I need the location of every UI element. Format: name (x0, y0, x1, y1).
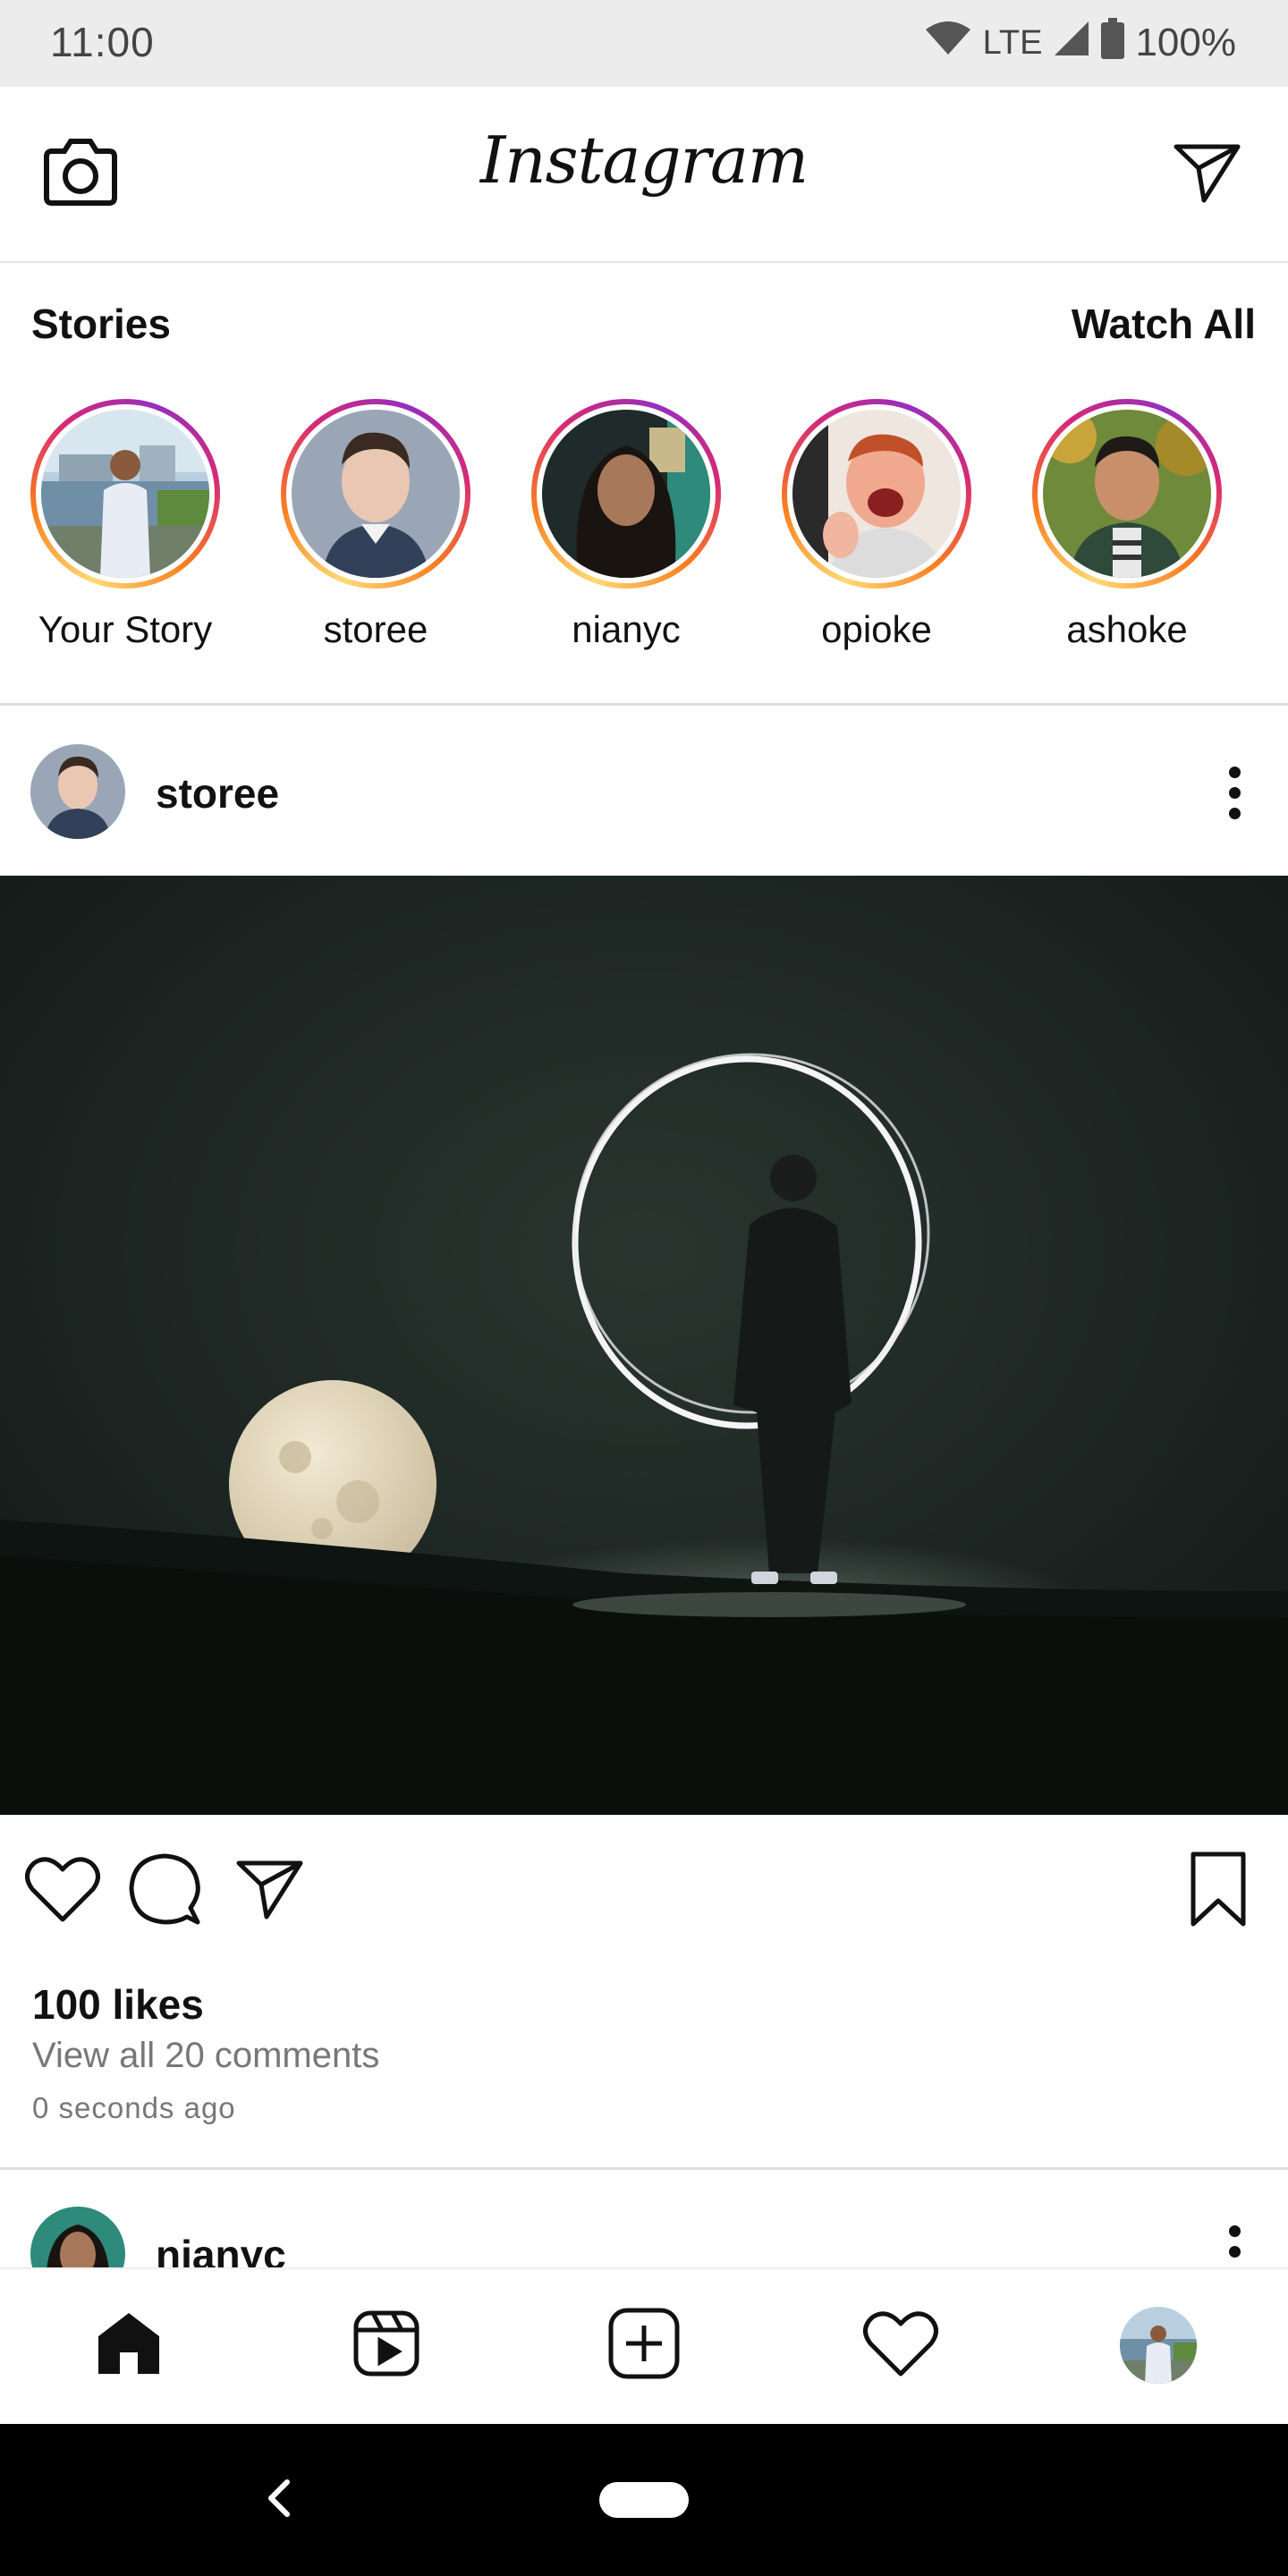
nav-activity-button[interactable] (852, 2296, 950, 2394)
story-label: storee (323, 608, 428, 650)
watch-all-link[interactable]: Watch All (1072, 300, 1256, 348)
stories-heading: Stories (31, 301, 171, 347)
system-home-button[interactable] (599, 2482, 689, 2518)
paper-plane-icon (1174, 141, 1241, 208)
bottom-navigation (0, 2267, 1288, 2424)
post-more-options-button[interactable] (1216, 757, 1252, 828)
story-avatar (542, 410, 710, 578)
battery-icon (1101, 17, 1125, 69)
story-avatar (1043, 410, 1211, 578)
comment-icon (128, 1852, 201, 1930)
story-ring (531, 399, 721, 589)
battery-level: 100% (1135, 21, 1236, 64)
direct-messages-button[interactable] (1165, 131, 1250, 217)
more-dot (1228, 2225, 1241, 2237)
wifi-icon (924, 21, 972, 66)
story-label: opioke (821, 608, 932, 650)
story-label: ashoke (1066, 608, 1188, 650)
share-button[interactable] (227, 1848, 313, 1934)
status-time: 11:00 (50, 19, 155, 65)
likes-count[interactable]: 100 likes (32, 1980, 204, 2029)
comment-button[interactable] (122, 1848, 208, 1934)
view-comments-link[interactable]: View all 20 comments (32, 2036, 379, 2076)
create-icon (608, 2308, 680, 2384)
story-label: Your Story (38, 608, 213, 650)
status-bar: 11:00 LTE 100% (0, 0, 1288, 87)
like-button[interactable] (20, 1848, 106, 1934)
signal-icon (1053, 20, 1090, 67)
chevron-left-icon (266, 2479, 292, 2522)
story-opioke[interactable]: opioke (778, 399, 975, 651)
paper-plane-icon (236, 1858, 304, 1925)
post-timestamp: 0 seconds ago (32, 2091, 236, 2124)
story-ring (1032, 399, 1222, 589)
post-divider (0, 2167, 1288, 2170)
stories-divider (0, 703, 1288, 706)
home-icon (95, 2311, 163, 2380)
story-your-story[interactable]: Your Story (27, 399, 224, 651)
nav-home-button[interactable] (80, 2296, 178, 2394)
more-dot (1228, 807, 1241, 819)
bookmark-icon (1190, 1851, 1247, 1932)
story-ring (281, 399, 470, 589)
top-app-bar: Instagram (0, 87, 1288, 263)
network-type: LTE (982, 23, 1043, 62)
app-logo: Instagram (479, 123, 809, 198)
heart-icon (863, 2309, 938, 2382)
more-dot (1228, 766, 1241, 778)
story-ring (782, 399, 971, 589)
nav-profile-button[interactable] (1109, 2296, 1208, 2394)
save-button[interactable] (1175, 1848, 1261, 1934)
nav-reels-button[interactable] (337, 2296, 436, 2394)
story-ashoke[interactable]: ashoke (1029, 399, 1225, 651)
more-dot (1228, 786, 1241, 799)
story-nianyc[interactable]: nianyc (528, 399, 724, 651)
story-avatar (292, 410, 460, 578)
heart-icon (25, 1855, 100, 1928)
story-label: nianyc (572, 608, 681, 650)
post-author-username[interactable]: storee (156, 769, 279, 818)
more-dot (1228, 2246, 1241, 2258)
story-avatar (792, 410, 961, 578)
post-author-avatar[interactable] (30, 744, 125, 839)
nav-create-button[interactable] (595, 2296, 693, 2394)
story-avatar (41, 410, 209, 578)
status-indicators: LTE 100% (924, 17, 1236, 69)
story-storee[interactable]: storee (277, 399, 474, 651)
reels-icon (353, 2310, 419, 2381)
profile-avatar (1120, 2307, 1197, 2384)
system-navigation-bar (0, 2424, 1288, 2576)
system-back-button[interactable] (252, 2469, 306, 2531)
post-image[interactable] (0, 876, 1288, 1815)
story-ring (30, 399, 220, 589)
